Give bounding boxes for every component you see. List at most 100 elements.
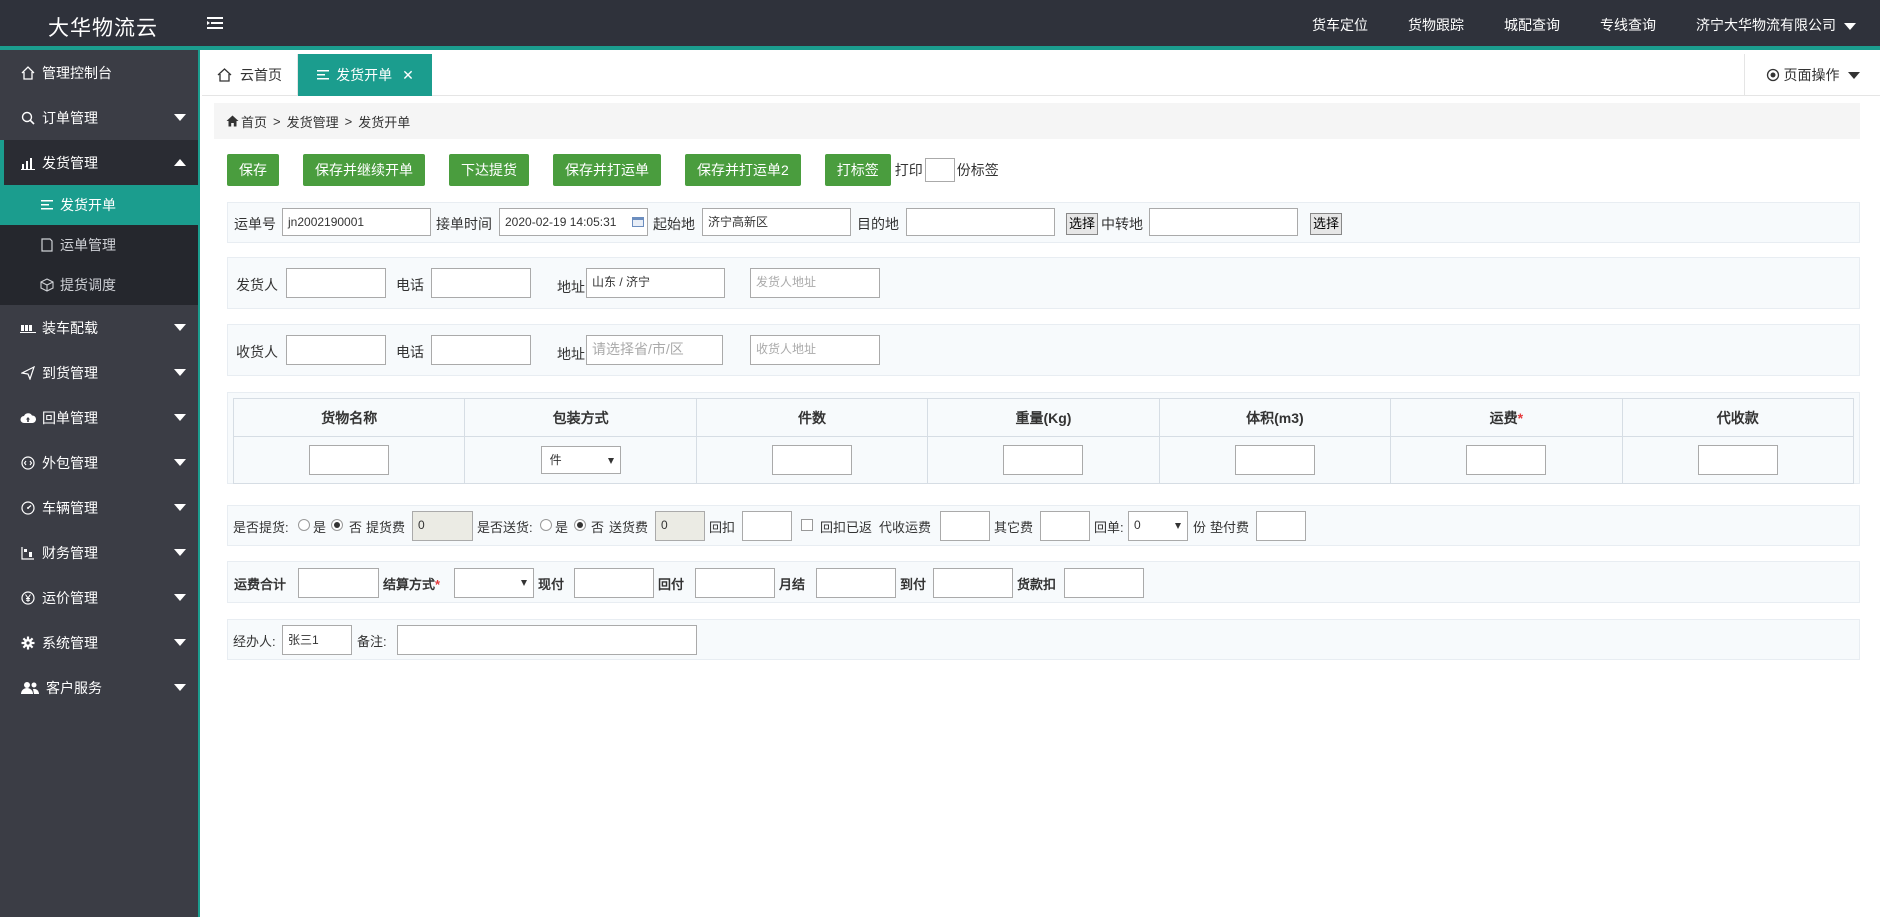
chevron-down-icon: [174, 114, 186, 121]
weight-input[interactable]: [1003, 445, 1084, 475]
cod-fee-input[interactable]: [940, 511, 990, 541]
top-link-city-delivery[interactable]: 城配查询: [1504, 15, 1560, 35]
sidebar-item-finance[interactable]: 财务管理: [0, 530, 198, 575]
package-select[interactable]: 件: [540, 446, 621, 474]
rebate-returned-checkbox[interactable]: [801, 519, 813, 531]
goods-header-row: 货物名称 包装方式 件数 重量(Kg) 体积(m3) 运费* 代收款: [232, 398, 1855, 437]
goods-header-quantity: 件数: [695, 398, 929, 437]
receiver-address-input[interactable]: 收货人地址: [750, 335, 880, 365]
cash-input[interactable]: [574, 568, 654, 598]
receipt-count-select[interactable]: 0: [1128, 511, 1188, 541]
tab-create-shipment[interactable]: 发货开单 ✕: [298, 54, 432, 96]
chevron-down-icon: [174, 684, 186, 691]
save-print-waybill-button[interactable]: 保存并打运单: [553, 154, 661, 186]
sidebar-item-console[interactable]: 管理控制台: [0, 50, 198, 95]
sidebar-item-shipping[interactable]: 发货管理: [0, 140, 198, 185]
sidebar-item-loading[interactable]: 装车配载: [0, 305, 198, 350]
copies-label: 份: [1193, 520, 1207, 535]
deduct-input[interactable]: [1064, 568, 1144, 598]
quantity-input[interactable]: [772, 445, 853, 475]
sidebar-item-label: 车辆管理: [42, 499, 98, 516]
dispatch-pickup-button[interactable]: 下达提货: [449, 154, 529, 186]
destination-label: 目的地: [857, 216, 899, 232]
advance-fee-input[interactable]: [1256, 511, 1306, 541]
save-continue-button[interactable]: 保存并继续开单: [303, 154, 425, 186]
sidebar-item-label: 财务管理: [42, 544, 98, 561]
order-time-input[interactable]: 2020-02-19 14:05:31: [499, 208, 648, 236]
rebate-input[interactable]: [742, 511, 792, 541]
monthly-input[interactable]: [816, 568, 896, 598]
list-icon: [40, 198, 54, 212]
top-link-truck-location[interactable]: 货车定位: [1312, 15, 1368, 35]
receiver-phone-input[interactable]: [431, 335, 531, 365]
sidebar-item-pricing[interactable]: 运价管理: [0, 575, 198, 620]
top-nav: 货车定位 货物跟踪 城配查询 专线查询 济宁大华物流有限公司: [1272, 0, 1856, 50]
sidebar-item-vehicles[interactable]: 车辆管理: [0, 485, 198, 530]
calendar-icon[interactable]: [632, 216, 644, 227]
receiver-region-select[interactable]: 请选择省/市/区: [586, 335, 723, 365]
gear-icon: [20, 635, 36, 651]
return-pay-input[interactable]: [695, 568, 775, 598]
tab-home[interactable]: 云首页: [202, 54, 298, 96]
transit-input[interactable]: [1149, 208, 1298, 236]
receiver-row: 收货人 电话 地址 请选择省/市/区 收货人地址: [227, 324, 1860, 376]
handler-input[interactable]: 张三1: [282, 625, 352, 655]
breadcrumb-home[interactable]: 首页: [241, 112, 267, 131]
shipper-phone-input[interactable]: [431, 268, 531, 298]
tab-current-label: 发货开单: [336, 67, 393, 83]
freight-total-input[interactable]: [298, 568, 379, 598]
freight-input[interactable]: [1466, 445, 1547, 475]
waybill-no-input[interactable]: jn2002190001: [282, 208, 431, 236]
receiver-address-label: 地址: [557, 346, 585, 362]
sidebar-item-customer-service[interactable]: 客户服务: [0, 665, 198, 710]
pickup-yes-radio[interactable]: [298, 519, 310, 531]
volume-input[interactable]: [1234, 445, 1315, 475]
label-copies-input[interactable]: [924, 158, 955, 182]
sidebar-item-system[interactable]: 系统管理: [0, 620, 198, 665]
home-icon: [217, 68, 232, 82]
transit-select-button[interactable]: 选择: [1310, 213, 1343, 235]
chevron-down-icon: [1847, 71, 1860, 79]
sidebar-item-label: 发货管理: [42, 154, 98, 171]
chevron-down-icon: [174, 459, 186, 466]
sidebar-item-label: 装车配载: [42, 319, 98, 336]
top-link-line-query[interactable]: 专线查询: [1600, 15, 1656, 35]
shipper-region-select[interactable]: 山东 / 济宁: [586, 268, 725, 298]
pickup-no-radio[interactable]: [331, 519, 343, 531]
menu-toggle-icon[interactable]: [206, 14, 224, 32]
sidebar-item-arrival[interactable]: 到货管理: [0, 350, 198, 395]
page-operations-menu[interactable]: 页面操作: [1744, 54, 1880, 96]
deliver-yes-radio[interactable]: [540, 519, 552, 531]
note-input[interactable]: [397, 625, 697, 655]
sidebar-subitem-label: 运单管理: [60, 237, 116, 253]
cod-input[interactable]: [1697, 445, 1778, 475]
settlement-method-select[interactable]: [454, 568, 534, 598]
deliver-fee-input[interactable]: 0: [655, 511, 705, 541]
company-menu[interactable]: 济宁大华物流有限公司: [1696, 15, 1856, 35]
sidebar-subitem-waybill-management[interactable]: 运单管理: [0, 225, 198, 265]
print-label-button[interactable]: 打标签: [824, 154, 891, 186]
save-print-waybill2-button[interactable]: 保存并打运单2: [685, 154, 801, 186]
shipper-name-input[interactable]: [286, 268, 386, 298]
origin-input[interactable]: 济宁高新区: [702, 208, 851, 236]
shipper-address-input[interactable]: 发货人地址: [750, 268, 880, 298]
gauge-icon: [20, 500, 36, 516]
top-link-cargo-tracking[interactable]: 货物跟踪: [1408, 15, 1464, 35]
goods-cell: 件: [464, 436, 697, 484]
sidebar-subitem-create-shipment[interactable]: 发货开单: [0, 185, 198, 225]
sidebar-item-receipts[interactable]: 回单管理: [0, 395, 198, 440]
destination-input[interactable]: [906, 208, 1055, 236]
sidebar-item-outsourcing[interactable]: 外包管理: [0, 440, 198, 485]
destination-select-button[interactable]: 选择: [1066, 213, 1099, 235]
close-icon[interactable]: ✕: [402, 67, 414, 84]
deliver-no-radio[interactable]: [574, 519, 586, 531]
goods-name-input[interactable]: [309, 445, 390, 475]
save-button[interactable]: 保存: [227, 154, 279, 186]
pickup-fee-input[interactable]: 0: [412, 511, 473, 541]
sidebar-subitem-pickup-dispatch[interactable]: 提货调度: [0, 265, 198, 305]
other-fee-input[interactable]: [1040, 511, 1090, 541]
sidebar-item-orders[interactable]: 订单管理: [0, 95, 198, 140]
receiver-name-input[interactable]: [286, 335, 386, 365]
arrival-pay-input[interactable]: [933, 568, 1013, 598]
breadcrumb-section[interactable]: 发货管理: [287, 112, 339, 131]
